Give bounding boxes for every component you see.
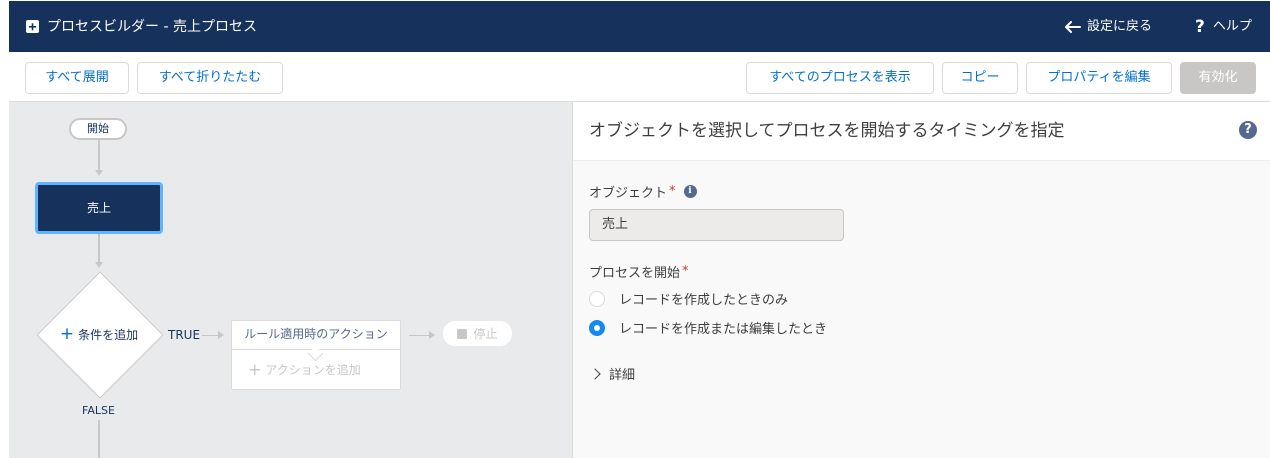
immediate-actions-box: ルール適用時のアクション + アクションを追加 — [231, 320, 401, 390]
toolbar: すべて展開 すべて折りたたむ すべてのプロセスを表示 コピー プロパティを編集 … — [9, 52, 1270, 102]
help-icon[interactable]: ? — [1239, 121, 1257, 139]
expand-all-button[interactable]: すべて展開 — [25, 62, 129, 94]
radio-created-only[interactable]: レコードを作成したときのみ — [589, 289, 788, 308]
process-builder-icon — [26, 20, 39, 33]
stop-icon — [457, 328, 468, 339]
object-node[interactable]: 売上 — [35, 182, 163, 234]
start-process-label: プロセスを開始 * — [589, 262, 689, 281]
collapse-all-button[interactable]: すべて折りたたむ — [137, 62, 283, 94]
connector-arrow — [218, 331, 224, 339]
info-icon[interactable]: i — [683, 185, 697, 198]
page-title: プロセスビルダー - 売上プロセス — [47, 19, 257, 35]
connector-arrow — [95, 262, 103, 268]
panel-header: オブジェクトを選択してプロセスを開始するタイミングを指定 ? — [573, 102, 1270, 161]
required-mark: * — [669, 184, 676, 199]
details-label: 詳細 — [609, 368, 636, 383]
arrow-left-icon — [1065, 21, 1081, 33]
add-action-button[interactable]: + アクションを追加 — [248, 361, 361, 378]
help-icon: ? — [1195, 17, 1205, 37]
start-process-label-text: プロセスを開始 — [589, 266, 681, 281]
connector-line — [98, 420, 100, 458]
show-all-processes-button[interactable]: すべてのプロセスを表示 — [746, 62, 934, 94]
stop-node: 停止 — [443, 321, 512, 346]
edit-properties-button[interactable]: プロパティを編集 — [1026, 62, 1172, 94]
process-canvas: 開始 売上 + 条件を追加 TRUE ルール適用時のアクション + アクションを… — [9, 102, 573, 458]
back-to-setup-link[interactable]: 設定に戻る — [1065, 17, 1152, 37]
add-action-label: アクションを追加 — [265, 363, 361, 377]
false-label: FALSE — [82, 404, 115, 417]
activate-button[interactable]: 有効化 — [1180, 62, 1256, 94]
connector-arrow — [95, 170, 103, 176]
radio-created-or-edited[interactable]: レコードを作成または編集したとき — [589, 318, 827, 337]
connector-line — [409, 335, 431, 336]
copy-button[interactable]: コピー — [942, 62, 1018, 94]
back-to-setup-label: 設定に戻る — [1087, 19, 1153, 34]
panel-title: オブジェクトを選択してプロセスを開始するタイミングを指定 — [589, 121, 1065, 141]
stop-label: 停止 — [473, 327, 498, 341]
object-field-label: オブジェクト * i — [589, 182, 697, 201]
radio-button[interactable] — [589, 290, 605, 307]
add-criteria-button[interactable]: + 条件を追加 — [53, 324, 145, 344]
start-node: 開始 — [69, 118, 127, 140]
plus-icon: + — [59, 323, 75, 344]
chevron-right-icon — [589, 368, 601, 380]
true-label: TRUE — [168, 328, 201, 342]
help-label: ヘルプ — [1212, 19, 1252, 34]
object-label-text: オブジェクト — [589, 186, 668, 201]
add-criteria-label: 条件を追加 — [78, 327, 139, 342]
radio-label: レコードを作成したときのみ — [619, 293, 789, 308]
required-mark: * — [682, 264, 689, 279]
object-field[interactable]: 売上 — [589, 209, 844, 241]
connector-line — [98, 234, 100, 262]
help-link[interactable]: ? ヘルプ — [1195, 17, 1252, 37]
connector-line — [98, 140, 100, 170]
app-header: プロセスビルダー - 売上プロセス 設定に戻る ? ヘルプ — [9, 1, 1270, 52]
details-toggle[interactable]: 詳細 — [589, 364, 636, 383]
plus-icon: + — [248, 359, 262, 379]
connector-arrow — [429, 331, 435, 339]
radio-label: レコードを作成または編集したとき — [619, 322, 828, 337]
radio-button[interactable] — [589, 319, 605, 336]
properties-panel: オブジェクトを選択してプロセスを開始するタイミングを指定 ? オブジェクト * … — [573, 102, 1270, 458]
